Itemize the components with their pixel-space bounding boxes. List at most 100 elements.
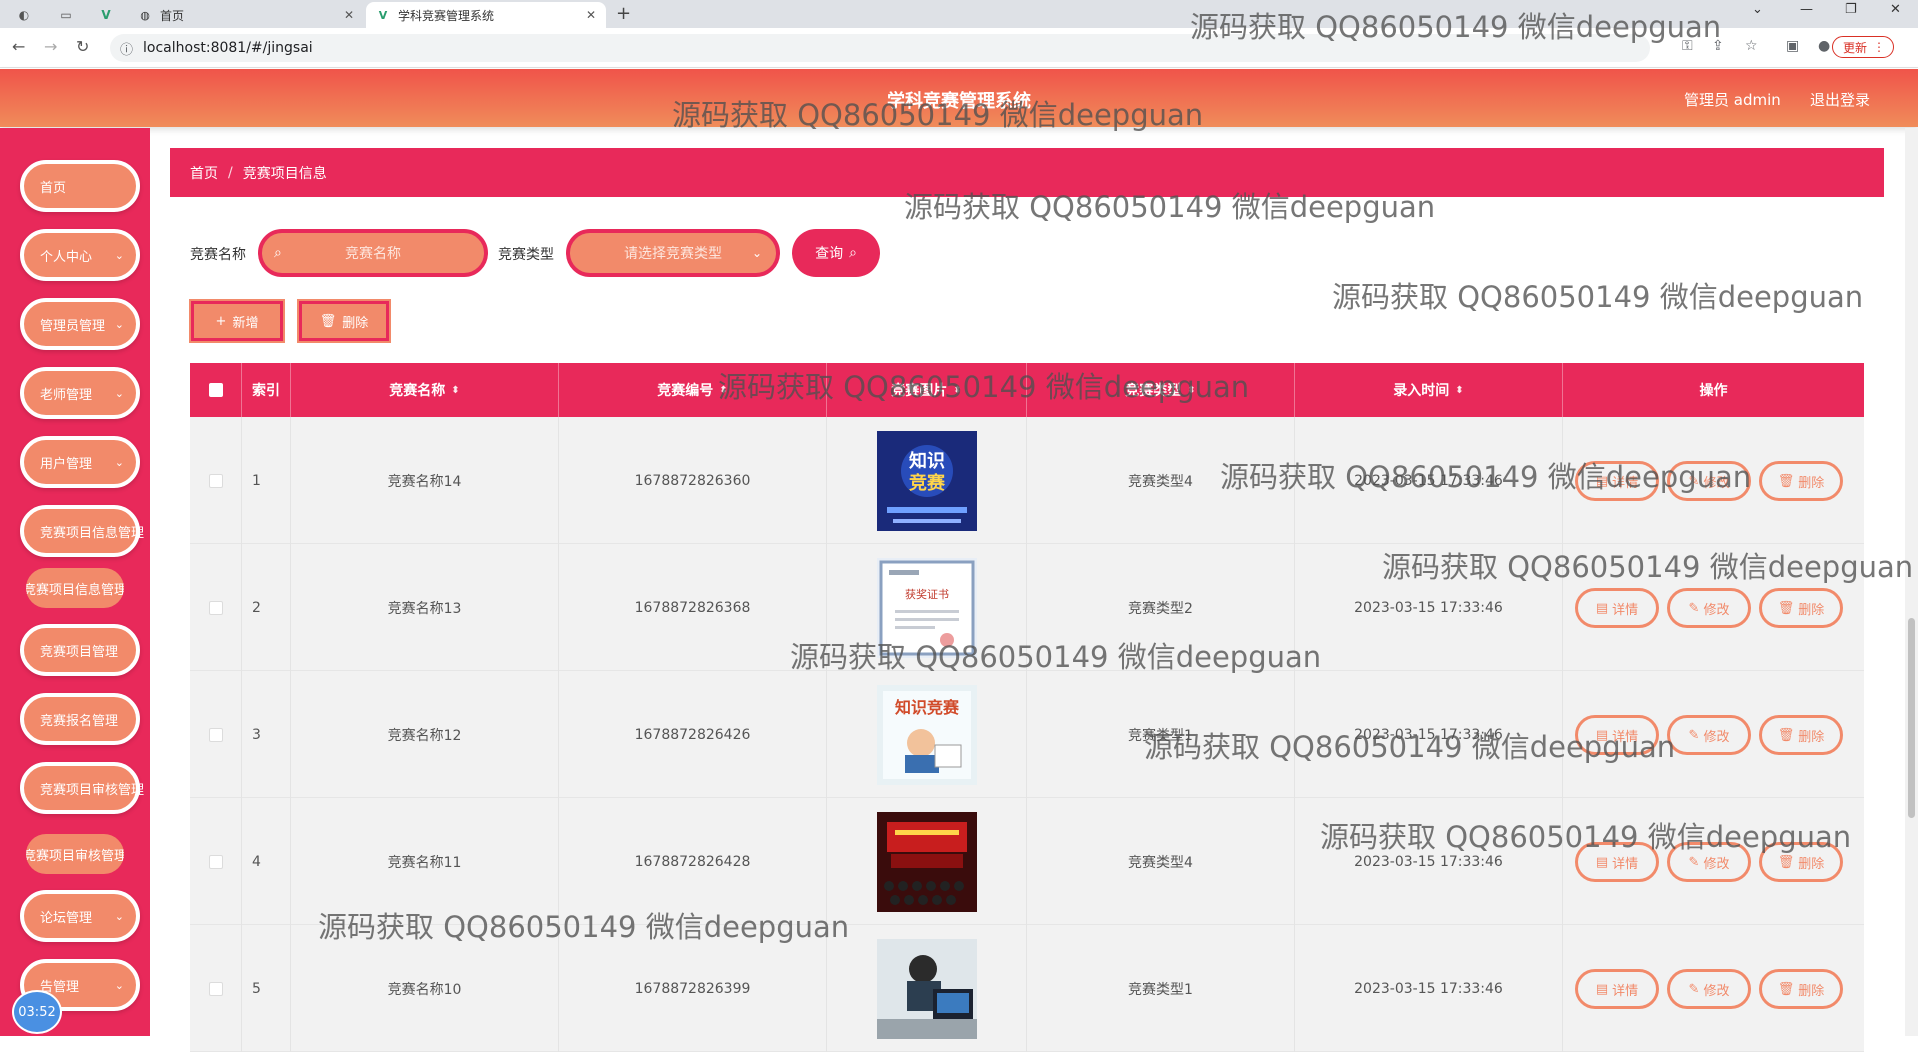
sidebar-item-profile[interactable]: 个人中心 ⌄ bbox=[20, 229, 140, 281]
new-tab-icon[interactable]: + bbox=[616, 3, 631, 24]
col-type-label: 竞赛类型 bbox=[1125, 383, 1182, 399]
row-checkbox[interactable] bbox=[208, 981, 223, 996]
forward-icon[interactable]: → bbox=[44, 37, 57, 56]
site-info-icon[interactable]: ⓘ bbox=[120, 39, 133, 58]
minimize-icon[interactable]: — bbox=[1800, 2, 1813, 17]
key-icon[interactable]: ⚿ bbox=[1682, 38, 1693, 54]
pinned-tab-github-icon[interactable]: ◐ bbox=[10, 4, 38, 26]
sort-icon[interactable]: ⬍ bbox=[1455, 385, 1463, 396]
detail-button[interactable]: ▤ 详情 bbox=[1575, 969, 1659, 1009]
close-window-icon[interactable]: ✕ bbox=[1890, 2, 1901, 17]
watermark: 源码获取 QQ86050149 微信deepguan bbox=[1332, 280, 1864, 314]
detail-icon: ▤ bbox=[1595, 727, 1609, 743]
restore-icon[interactable]: ❐ bbox=[1845, 2, 1857, 17]
chevron-down-icon: ⌄ bbox=[114, 248, 124, 262]
sidebar-item-contest-info[interactable]: 竞赛项目信息管理 bbox=[20, 505, 144, 557]
sidebar-item-review[interactable]: 竞赛项目审核管理 bbox=[20, 762, 144, 814]
select-all-checkbox[interactable] bbox=[208, 383, 223, 397]
row-checkbox[interactable] bbox=[208, 854, 223, 869]
detail-label: 详情 bbox=[1612, 729, 1639, 745]
row-checkbox[interactable] bbox=[208, 727, 223, 742]
close-tab-icon[interactable]: ✕ bbox=[586, 8, 596, 22]
delete-button[interactable]: 🗑 删除 bbox=[1759, 715, 1843, 755]
side-panel-icon[interactable]: ▣ bbox=[1786, 38, 1799, 54]
add-button[interactable]: + 新增 bbox=[191, 301, 283, 341]
sidebar-item-contest-projects[interactable]: 竞赛项目管理 bbox=[20, 624, 140, 676]
row-image[interactable]: 获奖证书 bbox=[827, 544, 1027, 671]
edit-button[interactable]: ✎ 修改 bbox=[1667, 715, 1751, 755]
sort-icon[interactable]: ⬍ bbox=[953, 385, 961, 396]
sort-icon[interactable]: ⬍ bbox=[1187, 385, 1195, 396]
sidebar-item-users[interactable]: 用户管理 ⌄ bbox=[20, 436, 140, 488]
browser-tab-home[interactable]: ◍ 首页 ✕ bbox=[128, 2, 364, 28]
scrollbar-thumb[interactable] bbox=[1908, 618, 1915, 818]
sidebar-item-registrations[interactable]: 竞赛报名管理 bbox=[20, 693, 140, 745]
pinned-tab-vue-icon[interactable]: V bbox=[92, 4, 120, 26]
row-image[interactable]: 知识竞赛 bbox=[827, 671, 1027, 798]
delete-button[interactable]: 🗑 删除 bbox=[1759, 461, 1843, 501]
edit-label: 修改 bbox=[1703, 856, 1730, 872]
detail-button[interactable]: ▤ 详情 bbox=[1575, 715, 1659, 755]
col-type[interactable]: 竞赛类型 ⬍ bbox=[1027, 363, 1295, 417]
table-row: 2 竞赛名称13 1678872826368 获奖证书 竞赛类型2 2023-03-15 … bbox=[190, 544, 1864, 671]
sidebar-subitem-review[interactable]: 竞赛项目审核管理 bbox=[26, 834, 124, 874]
contest-name-input[interactable]: ⌕ 竞赛名称 bbox=[258, 229, 488, 277]
edit-button[interactable]: ✎ 修改 bbox=[1667, 842, 1751, 882]
sort-icon[interactable]: ⬍ bbox=[451, 385, 459, 396]
svg-text:知识: 知识 bbox=[909, 450, 945, 472]
row-select-cell bbox=[190, 417, 242, 544]
delete-button[interactable]: 🗑 删除 bbox=[1759, 842, 1843, 882]
detail-button[interactable]: ▤ 详情 bbox=[1575, 588, 1659, 628]
detail-button[interactable]: ▤ 详情 bbox=[1575, 842, 1659, 882]
delete-button[interactable]: 🗑 删除 bbox=[1759, 969, 1843, 1009]
row-checkbox[interactable] bbox=[208, 473, 223, 488]
chevron-down-icon: ⌄ bbox=[114, 455, 124, 469]
col-time[interactable]: 录入时间 ⬍ bbox=[1295, 363, 1563, 417]
row-image[interactable] bbox=[827, 925, 1027, 1052]
edit-button[interactable]: ✎ 修改 bbox=[1667, 461, 1751, 501]
row-checkbox[interactable] bbox=[208, 600, 223, 615]
row-name: 竞赛名称12 bbox=[291, 671, 559, 798]
row-type: 竞赛类型4 bbox=[1027, 798, 1295, 925]
sort-icon[interactable]: ⬍ bbox=[719, 385, 727, 396]
col-image[interactable]: 竞赛图片 ⬍ bbox=[827, 363, 1027, 417]
url-field[interactable]: ⓘ localhost:8081/#/jingsai bbox=[110, 34, 1650, 62]
sidebar-item-forum[interactable]: 论坛管理 ⌄ bbox=[20, 890, 140, 942]
reload-icon[interactable]: ↻ bbox=[76, 37, 89, 56]
sidebar-item-admins[interactable]: 管理员管理 ⌄ bbox=[20, 298, 140, 350]
batch-delete-button[interactable]: 🗑 删除 bbox=[299, 301, 389, 341]
sidebar-item-home[interactable]: 首页 bbox=[20, 160, 140, 212]
page-scrollbar[interactable] bbox=[1905, 128, 1918, 1036]
edit-button[interactable]: ✎ 修改 bbox=[1667, 969, 1751, 1009]
svg-text:竞赛: 竞赛 bbox=[909, 472, 946, 494]
chevron-down-icon: ⌄ bbox=[114, 909, 124, 923]
row-type: 竞赛类型1 bbox=[1027, 925, 1295, 1052]
detail-button[interactable]: ▤ 详情 bbox=[1575, 461, 1659, 501]
edit-button[interactable]: ✎ 修改 bbox=[1667, 588, 1751, 628]
search-icon: ⌕ bbox=[274, 245, 282, 261]
profile-icon[interactable]: ● bbox=[1818, 38, 1830, 54]
browser-tab-app[interactable]: V 学科竞赛管理系统 ✕ bbox=[366, 2, 606, 28]
sidebar-item-label: 竞赛项目信息管理 bbox=[40, 525, 145, 541]
tab-search-chevron-icon[interactable]: ⌄ bbox=[1752, 2, 1763, 17]
delete-button[interactable]: 🗑 删除 bbox=[1759, 588, 1843, 628]
query-button[interactable]: 查询 ⌕ bbox=[792, 229, 880, 277]
table-row: 5 竞赛名称10 1678872826399 竞赛类型1 2023-03-15 17:3… bbox=[190, 925, 1864, 1052]
pinned-tab-blank-icon[interactable]: ▭ bbox=[52, 4, 80, 26]
logout-link[interactable]: 退出登录 bbox=[1810, 89, 1870, 110]
share-icon[interactable]: ⇪ bbox=[1712, 38, 1724, 54]
vue-icon: V bbox=[378, 8, 388, 22]
breadcrumb-home[interactable]: 首页 bbox=[190, 163, 218, 183]
bookmark-star-icon[interactable]: ☆ bbox=[1745, 38, 1758, 54]
row-image[interactable]: 知识竞赛 bbox=[827, 417, 1027, 544]
sidebar-item-teachers[interactable]: 老师管理 ⌄ bbox=[20, 367, 140, 419]
back-icon[interactable]: ← bbox=[12, 37, 25, 56]
col-code[interactable]: 竞赛编号 ⬍ bbox=[559, 363, 827, 417]
sidebar-subitem-contest-info[interactable]: 竞赛项目信息管理 bbox=[26, 568, 124, 608]
col-name[interactable]: 竞赛名称 ⬍ bbox=[291, 363, 559, 417]
contest-type-select[interactable]: 请选择竞赛类型 ⌄ bbox=[566, 229, 780, 277]
close-tab-icon[interactable]: ✕ bbox=[344, 8, 354, 22]
browser-update-button[interactable]: 更新 ⋮ bbox=[1832, 36, 1895, 58]
row-image[interactable] bbox=[827, 798, 1027, 925]
row-name: 竞赛名称14 bbox=[291, 417, 559, 544]
